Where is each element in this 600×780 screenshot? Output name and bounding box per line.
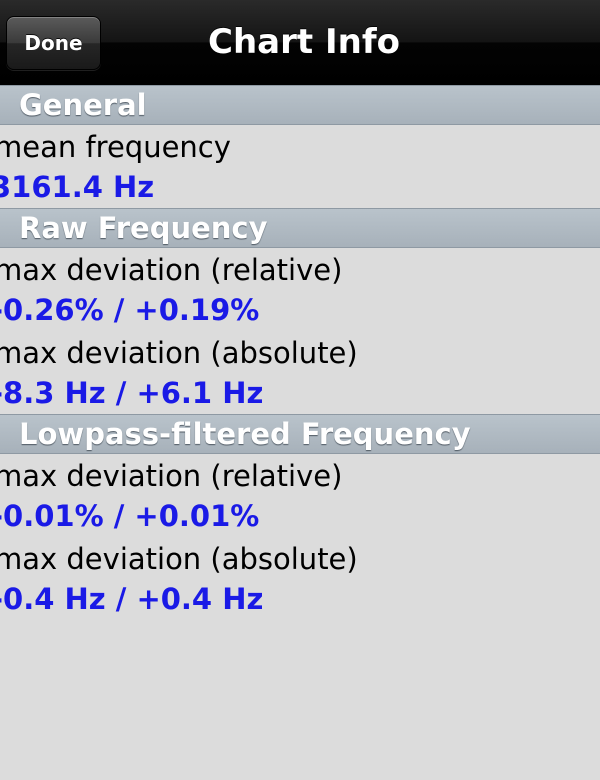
row-value-lowpass-max-deviation-relative: -0.01% / +0.01% bbox=[0, 499, 260, 533]
row-label-raw-max-deviation-relative: max deviation (relative) bbox=[0, 253, 343, 287]
info-table: General mean frequency 3161.4 Hz Raw Fre… bbox=[0, 85, 600, 620]
row-value-lowpass-max-deviation-absolute: -0.4 Hz / +0.4 Hz bbox=[0, 582, 264, 616]
section-header-lowpass-filtered-frequency: Lowpass-filtered Frequency bbox=[0, 414, 600, 454]
row-label-raw-max-deviation-absolute: max deviation (absolute) bbox=[0, 336, 358, 370]
row-label-lowpass-max-deviation-absolute: max deviation (absolute) bbox=[0, 542, 358, 576]
done-button[interactable]: Done bbox=[6, 16, 101, 70]
section-header-general: General bbox=[0, 85, 600, 125]
row-value-raw-max-deviation-absolute: -8.3 Hz / +6.1 Hz bbox=[0, 376, 264, 410]
row-value-mean-frequency: 3161.4 Hz bbox=[0, 170, 155, 204]
row-label-mean-frequency: mean frequency bbox=[0, 130, 231, 164]
section-header-raw-frequency: Raw Frequency bbox=[0, 208, 600, 248]
chart-info-screen: Chart Info Done General mean frequency 3… bbox=[0, 0, 600, 780]
row-label-lowpass-max-deviation-relative: max deviation (relative) bbox=[0, 459, 343, 493]
navigation-bar: Chart Info Done bbox=[0, 0, 600, 85]
row-value-raw-max-deviation-relative: -0.26% / +0.19% bbox=[0, 293, 260, 327]
